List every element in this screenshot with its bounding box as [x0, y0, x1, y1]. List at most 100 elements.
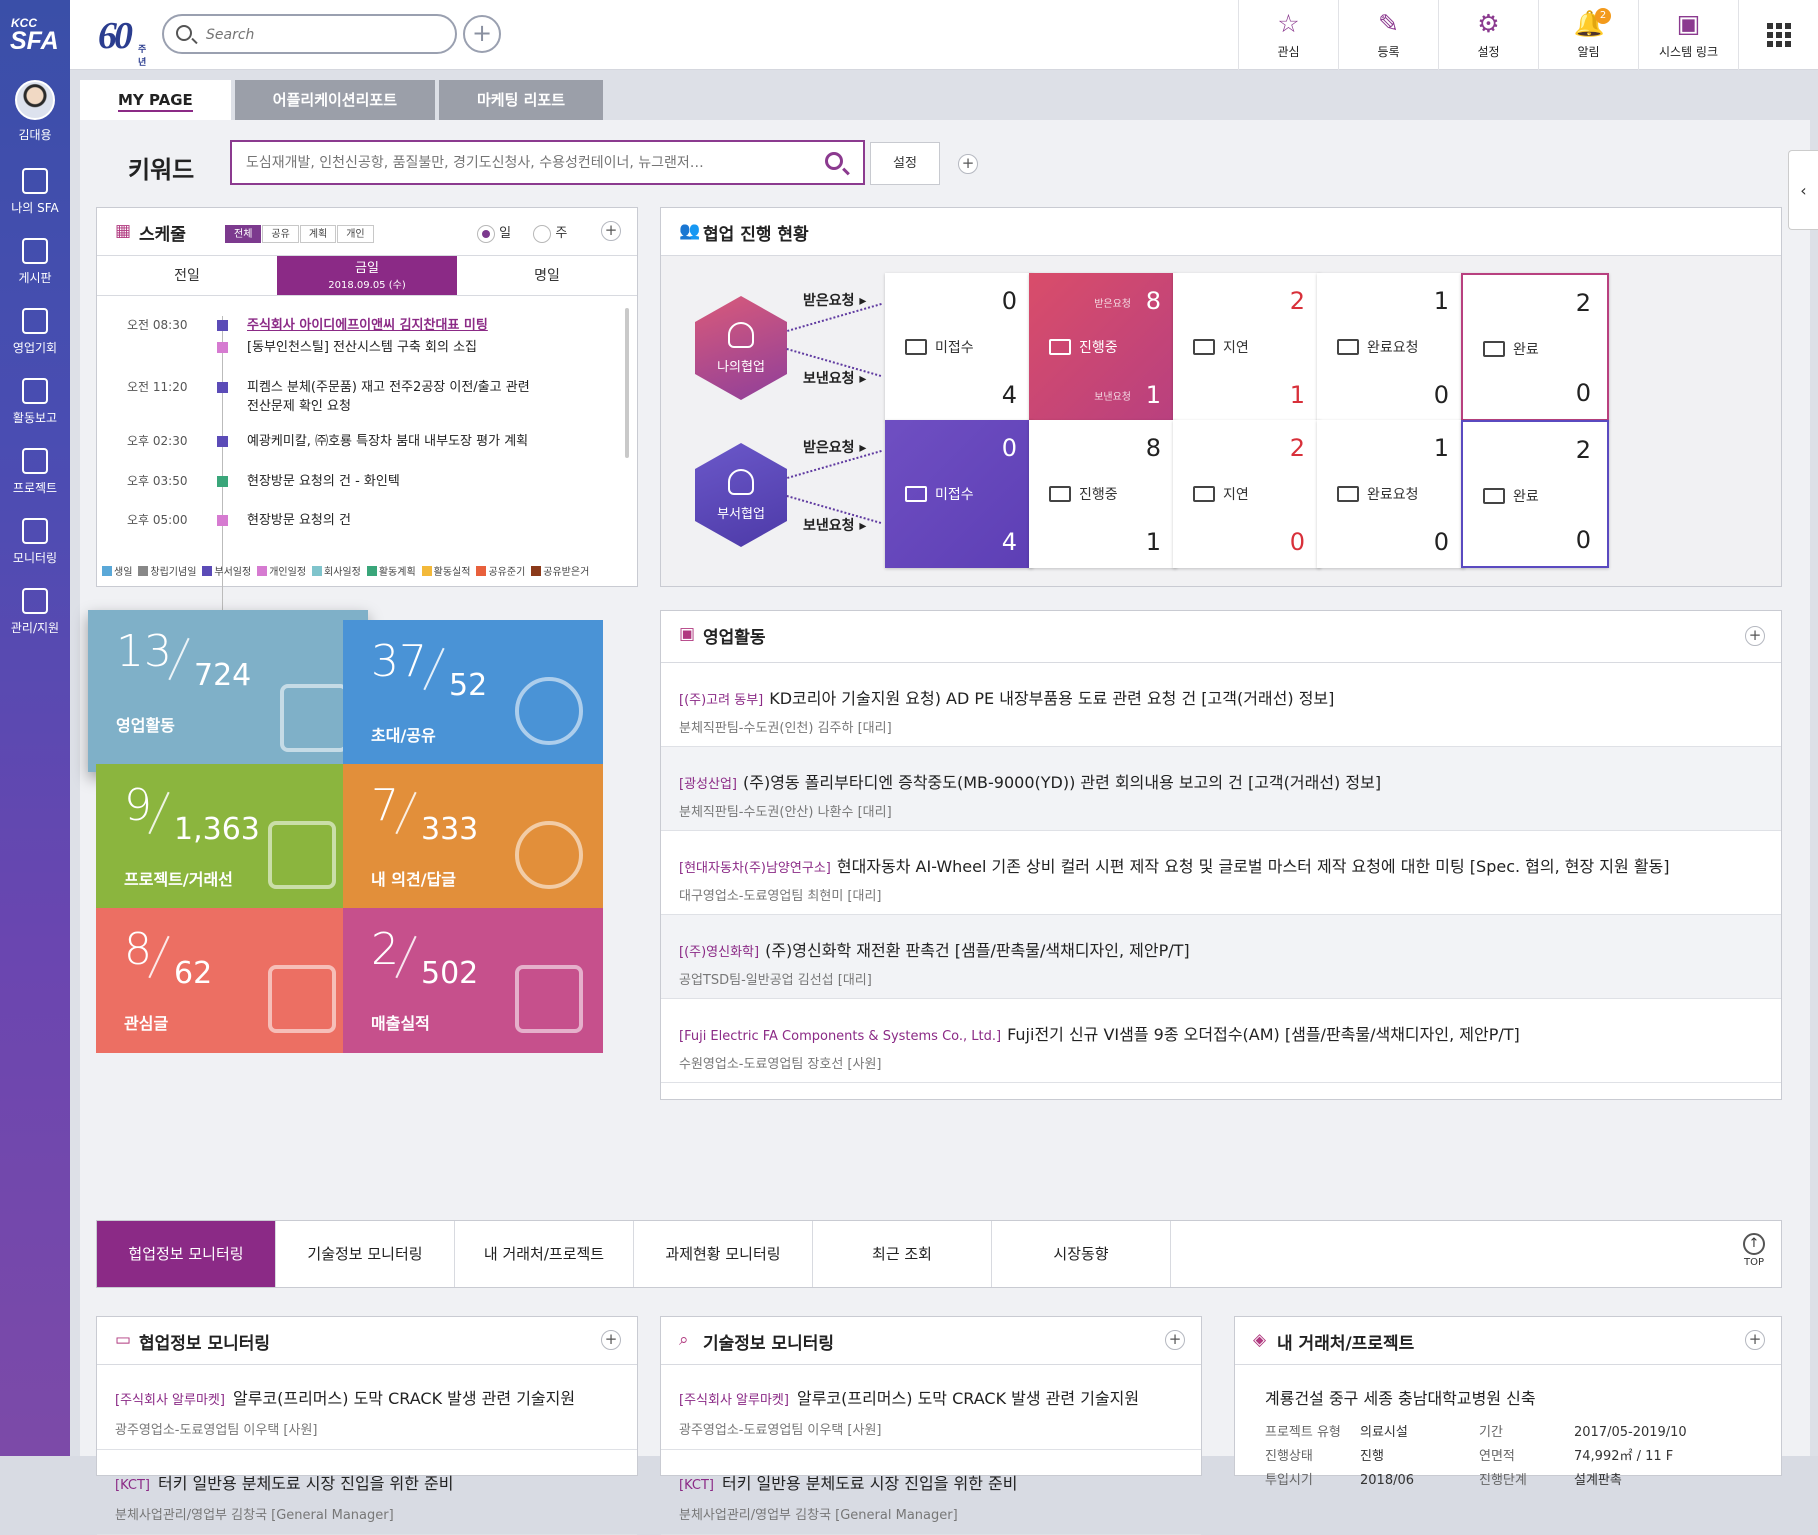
keyword-search-box[interactable]	[230, 140, 865, 185]
nav-item-3[interactable]: 활동보고	[0, 378, 70, 426]
chart-icon	[22, 518, 48, 544]
event-color-dot	[217, 382, 228, 393]
apps-grid-button[interactable]	[1738, 0, 1818, 70]
card-label: 완료요청	[1337, 484, 1419, 504]
nav-item-1[interactable]: 게시판	[0, 238, 70, 286]
project-field: 진행단계 설계판촉	[1479, 1473, 1622, 1488]
status-icon	[1193, 339, 1215, 355]
add-sales-button[interactable]: +	[1745, 626, 1765, 646]
collab-card-1[interactable]: 8 진행중 1	[1029, 420, 1177, 568]
monitor-tab-5[interactable]: 시장동향	[992, 1221, 1171, 1287]
add-collab-monitor-button[interactable]: +	[601, 1330, 621, 1350]
kcc-sfa-logo[interactable]: KCC SFA	[0, 0, 70, 68]
schedule-scrollbar[interactable]	[625, 308, 629, 458]
schedule-filter-0[interactable]: 전체	[225, 225, 262, 243]
monitor-tab-1[interactable]: 기술정보 모니터링	[276, 1221, 455, 1287]
tech-monitor-title: 기술정보 모니터링	[703, 1334, 835, 1354]
collab-card-3[interactable]: 1 완료요청 0	[1317, 273, 1465, 421]
summary-tile-3[interactable]: 7 333 내 의견/답글	[343, 764, 603, 909]
top-favorites-button[interactable]: ☆ 관심	[1238, 0, 1338, 70]
nav-item-6[interactable]: 관리/지원	[0, 588, 70, 636]
collab-type-0[interactable]: 나의협업	[695, 296, 787, 400]
sales-activity-row[interactable]: [Fuji Electric FA Components & Systems C…	[661, 999, 1781, 1083]
schedule-filter-1[interactable]: 공유	[262, 225, 299, 243]
summary-tile-4[interactable]: 8 62 관심글	[96, 908, 356, 1053]
collab-card-2[interactable]: 2 지연 0	[1173, 420, 1321, 568]
tile-count: 2	[371, 924, 399, 975]
keyword-settings-button[interactable]: 설정	[870, 142, 940, 185]
sales-activity-row[interactable]: [(주)고려 동부] KD코리아 기술지원 요청) AD PE 내장부품용 도료 …	[661, 663, 1781, 747]
collab-type-1[interactable]: 부서협업	[695, 443, 787, 547]
monitor-row[interactable]: [KCT] 터키 일반용 분체도료 시장 진입을 위한 준비 분체사업관리/영업부 …	[97, 1450, 637, 1535]
add-tech-monitor-button[interactable]: +	[1165, 1330, 1185, 1350]
event-color-dot	[217, 515, 228, 526]
project-name[interactable]: 계룡건설 중구 세종 충남대학교병원 신축	[1265, 1385, 1536, 1409]
monitor-row[interactable]: [주식회사 알루마켓] 알루코(프리머스) 도막 CRACK 발생 관련 기술지원…	[661, 1365, 1201, 1450]
arrow-up-icon: ↑	[1743, 1233, 1765, 1255]
collab-card-0[interactable]: 0 미접수 4	[885, 420, 1033, 568]
collab-card-1[interactable]: 받은요청 보낸요청 8 진행중 1	[1029, 273, 1177, 421]
user-profile[interactable]: 김대용	[0, 80, 70, 143]
add-project-button[interactable]: +	[1745, 1330, 1765, 1350]
scroll-top-button[interactable]: ↑ TOP	[1743, 1233, 1765, 1268]
global-search[interactable]	[162, 14, 457, 54]
top-system-link-button[interactable]: ▣ 시스템 링크	[1638, 0, 1738, 70]
nav-item-0[interactable]: 나의 SFA	[0, 168, 70, 216]
legend-item: 부서일정	[202, 566, 254, 578]
keyword-input[interactable]	[246, 152, 816, 174]
search-input[interactable]	[206, 24, 436, 46]
monitor-tab-4[interactable]: 최근 조회	[813, 1221, 992, 1287]
next-day-button[interactable]: 명일	[457, 256, 637, 295]
radio-week[interactable]	[533, 224, 552, 243]
card-label: 완료	[1483, 486, 1539, 506]
sent-count: 4	[1001, 528, 1017, 556]
collab-card-4[interactable]: 2 완료 0	[1461, 273, 1609, 421]
collab-title: 협업 진행 현황	[703, 225, 809, 245]
sfa-box-icon	[268, 821, 336, 889]
tab-1[interactable]: 어플리케이션리포트	[234, 80, 435, 120]
top-notifications-button[interactable]: 🔔 2 알림	[1538, 0, 1638, 70]
tab-0[interactable]: MY PAGE	[80, 80, 231, 120]
top-settings-button[interactable]: ⚙ 설정	[1438, 0, 1538, 70]
nav-item-2[interactable]: 영업기회	[0, 308, 70, 356]
received-count: 0	[1001, 434, 1017, 462]
radio-day[interactable]	[477, 224, 495, 243]
nav-item-5[interactable]: 모니터링	[0, 518, 70, 566]
tile-label: 프로젝트/거래선	[124, 870, 233, 889]
avatar	[15, 80, 55, 120]
prev-day-button[interactable]: 전일	[97, 256, 277, 295]
collapse-panel-button[interactable]: ‹	[1788, 150, 1818, 230]
event-color-dot	[217, 320, 228, 331]
summary-tile-0[interactable]: 13 724 영업활동	[88, 610, 368, 772]
sales-activity-row[interactable]: [(주)영신화학] (주)영신화학 재전환 판촉건 [샘플/판촉물/색채디자인, …	[661, 915, 1781, 999]
search-icon[interactable]	[825, 152, 843, 170]
monitor-row[interactable]: [KCT] 터키 일반용 분체도료 시장 진입을 위한 준비 분체사업관리/영업부 …	[661, 1450, 1201, 1535]
card-label: 지연	[1193, 337, 1249, 357]
monitor-tab-2[interactable]: 내 거래처/프로젝트	[455, 1221, 634, 1287]
monitor-row[interactable]: [주식회사 알루마켓] 알루코(프리머스) 도막 CRACK 발생 관련 기술지원…	[97, 1365, 637, 1450]
sales-activity-row[interactable]: [광성산업] (주)영동 폴리부타디엔 증착중도(MB-9000(YD)) 관련 …	[661, 747, 1781, 831]
summary-tile-5[interactable]: 2 502 매출실적	[343, 908, 603, 1053]
person-icon	[728, 322, 754, 348]
summary-tile-1[interactable]: 37 52 초대/공유	[343, 620, 603, 765]
share-icon	[515, 677, 583, 745]
schedule-filter-3[interactable]: 개인	[337, 225, 374, 243]
add-schedule-button[interactable]: +	[601, 221, 621, 241]
notification-badge: 2	[1595, 8, 1611, 24]
schedule-filter-2[interactable]: 계획	[299, 225, 337, 243]
sales-activity-row[interactable]: [현대자동차(주)남양연구소] 현대자동차 AI-Wheel 기존 상비 컬러 시…	[661, 831, 1781, 915]
today-button[interactable]: 금일 2018.09.05 (수)	[277, 256, 457, 295]
radio-day-label: 일	[499, 226, 512, 241]
collab-card-4[interactable]: 2 완료 0	[1461, 420, 1609, 568]
monitor-tab-3[interactable]: 과제현황 모니터링	[634, 1221, 813, 1287]
add-shortcut-button[interactable]: +	[463, 15, 501, 53]
tab-2[interactable]: 마케팅 리포트	[439, 80, 604, 120]
summary-tile-2[interactable]: 9 1,363 프로젝트/거래선	[96, 764, 356, 909]
collab-card-2[interactable]: 2 지연 1	[1173, 273, 1321, 421]
collab-card-0[interactable]: 0 미접수 4	[885, 273, 1033, 421]
nav-item-4[interactable]: 프로젝트	[0, 448, 70, 496]
collab-card-3[interactable]: 1 완료요청 0	[1317, 420, 1465, 568]
add-keyword-button[interactable]: +	[958, 154, 978, 174]
top-register-button[interactable]: ✎ 등록	[1338, 0, 1438, 70]
monitor-tab-0[interactable]: 협업정보 모니터링	[97, 1221, 276, 1287]
